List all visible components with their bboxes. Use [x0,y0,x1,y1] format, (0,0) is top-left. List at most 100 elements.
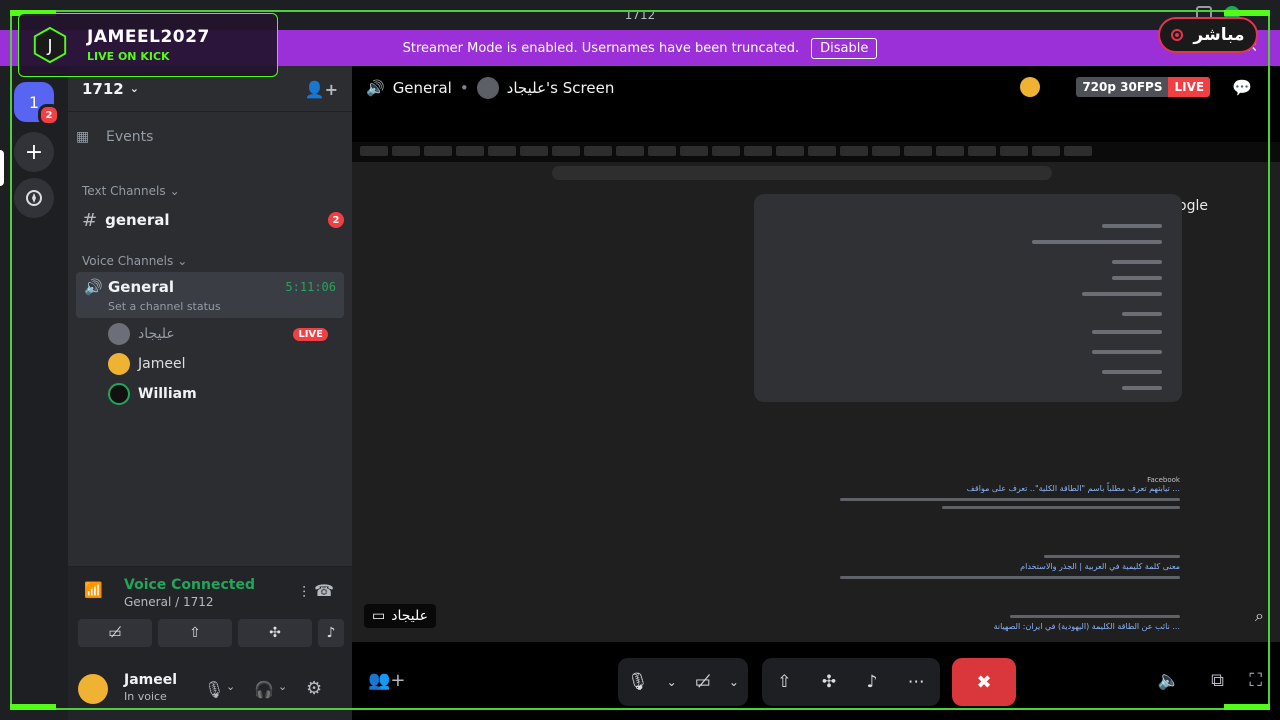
category-label: Voice Channels [82,254,174,268]
kick-overlay: J JAMEEL2027 LIVE ON KICK [18,13,278,77]
noise-suppression-icon[interactable]: ⫶ [302,583,306,603]
speaker-icon: 🔊 [84,278,103,296]
invite-to-call-icon[interactable]: 👥+ [368,670,406,691]
more-icon[interactable]: ⋯ [908,672,925,692]
voice-status[interactable]: Voice Connected [124,577,255,593]
avatar [476,77,499,99]
streamer-name: عليجاد [391,608,428,624]
call-controls: 👥+ 🎙 ⌄ ▭̸ ⌄ ⇧ ✣ ♪ ⋯ ✖ 🔈 ⧉ ⛶ [352,658,1280,720]
disconnect-button[interactable]: ✖ [952,658,1016,706]
speaker-icon: 🔊 [366,79,385,97]
activities-icon[interactable]: ✣ [822,672,836,692]
chevron-down-icon[interactable]: ⌄ [226,680,235,693]
events-item[interactable]: ▦ Events [76,126,344,148]
disconnect-icon[interactable]: ☎ [314,581,334,600]
svg-text:J: J [46,37,52,57]
voice-user[interactable]: William [108,380,344,408]
calendar-icon: ▦ [76,129,90,145]
frame-corner [1224,10,1270,16]
google-search-suggestions [754,194,1182,402]
voice-user-name: William [138,386,197,402]
chevron-down-icon: ⌄ [177,254,188,268]
disconnect-icon: ✖ [976,671,992,693]
kick-status: LIVE ON KICK [87,50,170,63]
kick-logo-icon: J [33,26,67,64]
voice-user[interactable]: Jameel [108,350,344,378]
signal-icon: 📶 [84,581,103,599]
disable-streamer-mode-button[interactable]: Disable [811,37,878,59]
camera-off-icon[interactable]: ▭̸ [695,672,711,692]
share-controls: ⇧ ✣ ♪ ⋯ [762,658,940,706]
discover-icon[interactable] [14,178,54,218]
chevron-down-icon[interactable]: ⌄ [667,675,677,689]
voice-channel-general[interactable]: 🔊 General 5:11:06 Set a channel status [76,272,344,318]
streamer-name-tag: ▭ عليجاد [364,604,436,628]
voice-channels-category[interactable]: Voice Channels ⌄ [76,252,344,270]
voice-user-name: عليجاد [138,326,175,342]
channel-name: general [105,211,170,229]
camera-off-icon: ▭̸ [108,625,122,641]
soundboard-icon: ♪ [326,625,336,641]
live-badge: LIVE [293,327,328,341]
live-badge: مباشر [1158,17,1258,53]
gear-icon[interactable]: ⚙ [306,678,322,699]
chevron-down-icon[interactable]: ⌄ [278,680,287,693]
channel-general[interactable]: # general 2 [76,208,344,232]
fullscreen-icon[interactable]: ⛶ [1249,670,1262,691]
avatar[interactable] [78,674,108,704]
stream-view: 🔊 General • عليجاد's Screen 720p 30FPS L… [352,66,1280,720]
chevron-down-icon: ⌄ [169,184,180,198]
screen-share-icon: ⇧ [189,625,201,641]
screen-icon: ▭ [372,608,386,624]
avatar [108,353,130,375]
shared-screen[interactable]: Google Facebook تيابتهم تعرف مطلباً باسم… [352,142,1280,642]
pop-out-icon[interactable]: ⧉ [1211,670,1224,691]
browser-url-bar [552,166,1052,180]
invite-people-icon[interactable]: 👤+ [305,80,338,99]
chevron-down-icon: ⌄ [129,82,139,95]
screen-share-button[interactable]: ⇧ [158,619,232,647]
chat-icon[interactable]: 💬 [1232,78,1252,97]
text-channels-category[interactable]: Text Channels ⌄ [76,182,344,200]
headphones-icon[interactable]: 🎧 [254,680,274,699]
mic-control: 🎙 ⌄ ▭̸ ⌄ [618,658,748,706]
hashtag-icon: # [82,209,98,231]
activities-button[interactable]: ✣ [238,619,312,647]
voice-timer: 5:11:06 [285,280,336,294]
active-server-indicator [0,150,4,186]
stream-quality: 720p 30FPS LIVE 💬 [1020,77,1252,97]
search-result: معنى كلمة كليمية في العربية | الجذر والا… [840,550,1180,579]
browser-tabs [352,142,1280,162]
soundboard-icon[interactable]: ♪ [867,672,878,692]
search-result: نائب عن الطاقة الكليمة (اليهودية) في اير… [840,610,1180,631]
voice-location: General / 1712 [124,595,214,609]
activities-icon: ✣ [269,625,281,641]
unread-badge: 2 [328,212,344,228]
volume-icon[interactable]: 🔈 [1158,670,1180,691]
avatar [1020,77,1041,97]
zoom-icon[interactable]: ⌕ [1255,606,1264,626]
soundboard-button[interactable]: ♪ [318,619,344,647]
avatar [108,323,130,345]
stream-channel-name: General [392,79,452,97]
add-server-icon[interactable]: + [14,132,54,172]
result-title: معنى كلمة كليمية في العربية | الجذر والا… [1020,562,1180,571]
server-mention-badge: 2 [38,104,60,126]
voice-user-name: Jameel [138,356,186,372]
chevron-down-icon[interactable]: ⌄ [729,675,739,689]
microphone-icon[interactable]: 🎙 [627,672,649,692]
frame-corner [1224,704,1270,710]
result-source: Facebook [1147,476,1180,484]
user-panel: Jameel In voice 🎙 ⌄ 🎧 ⌄ ⚙ [68,662,352,720]
live-dot-icon [1171,29,1184,41]
category-label: Text Channels [82,184,166,198]
result-title: نائب عن الطاقة الكليمة (اليهودية) في اير… [993,622,1180,631]
channel-status-input[interactable]: Set a channel status [108,300,221,313]
separator: • [459,79,469,97]
user-status: In voice [124,690,167,703]
camera-toggle-button[interactable]: ▭̸ [78,619,152,647]
voice-user[interactable]: عليجاد LIVE [108,320,344,348]
channel-sidebar: 1712 ⌄ 👤+ ▦ Events Text Channels ⌄ # gen… [68,66,352,720]
screen-share-icon[interactable]: ⇧ [777,672,791,692]
microphone-icon[interactable]: 🎙 [204,680,224,699]
